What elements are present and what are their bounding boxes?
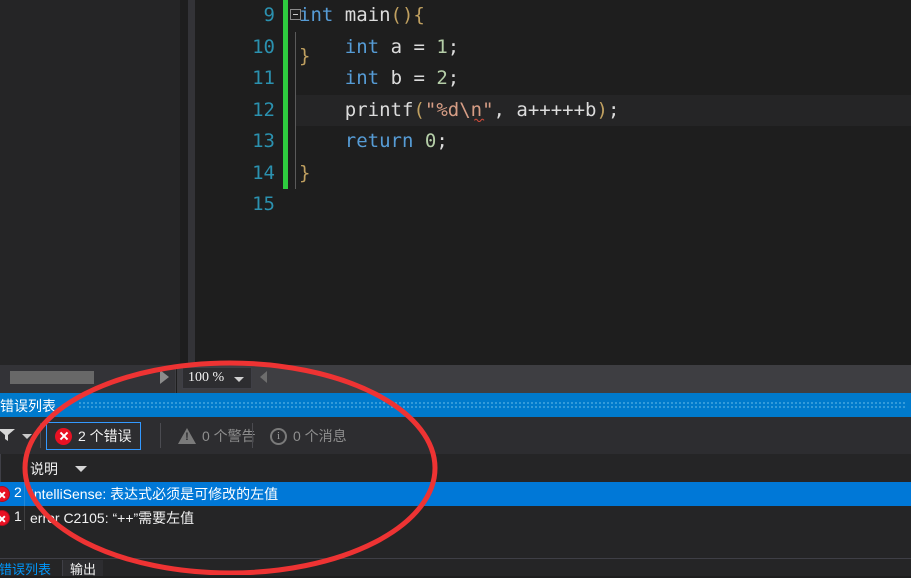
- toolbar-divider: [40, 423, 41, 448]
- line-number: 15: [252, 193, 275, 215]
- bottom-tab-strip: 错误列表 输出: [0, 558, 911, 577]
- panel-splitter[interactable]: [180, 0, 188, 365]
- zoom-level-combobox[interactable]: 100 %: [182, 367, 252, 389]
- severity-chip-label: 0 个消息: [293, 428, 347, 444]
- code-line[interactable]: 9 int main(){: [195, 0, 911, 32]
- fold-guide-line: [295, 157, 296, 189]
- error-row-description: error C2105: “++”需要左值: [30, 510, 195, 526]
- error-list-rows[interactable]: 2 IntelliSense: 表达式必须是可修改的左值 1 error C2105:…: [0, 482, 911, 530]
- row-column-divider: [24, 482, 25, 506]
- filter-chevron-down-icon[interactable]: [22, 434, 32, 439]
- fold-guide-line: [295, 126, 296, 158]
- code-line[interactable]: 15: [195, 189, 911, 221]
- change-marker-bar: [283, 94, 288, 126]
- fold-guide-line: [295, 94, 296, 126]
- line-number: 11: [252, 67, 275, 89]
- left-tool-panel: [0, 0, 180, 365]
- severity-chip-label: 0 个警告: [202, 428, 256, 444]
- column-divider[interactable]: [24, 454, 25, 482]
- error-list-toolbar: 2 个错误 0 个警告 0 个消息: [0, 417, 911, 455]
- row-column-divider: [24, 506, 25, 530]
- info-icon: [270, 427, 287, 445]
- toolbar-divider: [252, 423, 253, 448]
- toolbar-divider: [160, 423, 161, 448]
- tab-output[interactable]: 输出: [62, 560, 104, 577]
- warning-icon: [178, 428, 196, 444]
- scroll-right-arrow-icon[interactable]: [160, 370, 169, 384]
- code-lines-container[interactable]: 9 int main(){ 10 int a = 1; 11 int b = 2; 12 pr…: [195, 0, 911, 221]
- error-list-column-header: 说明: [0, 454, 911, 483]
- error-list-row[interactable]: 1 error C2105: “++”需要左值: [0, 506, 911, 530]
- code-line-text: return 0;: [344, 130, 448, 152]
- code-editor[interactable]: } 9 int main(){ 10 int a = 1; 11 int b = 2; 12…: [195, 0, 911, 365]
- code-line[interactable]: 14}: [195, 157, 911, 189]
- drag-handle-dots[interactable]: [78, 401, 907, 410]
- code-line-text: int a = 1;: [344, 35, 460, 58]
- horizontal-scrollbar-thumb[interactable]: [10, 371, 94, 384]
- line-number: 13: [252, 130, 275, 152]
- column-divider: [0, 454, 1, 482]
- fold-guide-line: [295, 63, 296, 95]
- zoom-level-value: 100 %: [188, 370, 225, 385]
- line-number: 12: [252, 98, 275, 121]
- severity-chip-label: 2 个错误: [78, 428, 132, 444]
- error-row-count: 2: [14, 484, 22, 500]
- line-number: 14: [252, 161, 275, 184]
- change-marker-bar: [283, 31, 288, 63]
- code-line-text: int main(){: [299, 4, 425, 26]
- bar-separator: [176, 365, 177, 393]
- error-icon: [55, 427, 72, 445]
- editor-margin-strip: [188, 0, 195, 365]
- error-row-description: IntelliSense: 表达式必须是可修改的左值: [30, 486, 279, 502]
- severity-chip-messages[interactable]: 0 个消息: [262, 422, 355, 450]
- fold-guide-line: [295, 31, 296, 63]
- severity-chip-warnings[interactable]: 0 个警告: [170, 422, 264, 450]
- change-marker-bar: [283, 157, 288, 189]
- error-list-header[interactable]: 错误列表: [0, 393, 911, 417]
- error-list-panel: 错误列表 2 个错误 0 个警告 0 个消息 说明 2 IntelliSense: 表…: [0, 393, 911, 577]
- error-icon: [0, 486, 10, 502]
- error-icon: [0, 510, 10, 526]
- chevron-down-icon[interactable]: [234, 377, 244, 382]
- code-line[interactable]: 12 printf("%d\n", a+++++b);: [195, 94, 911, 126]
- line-number: 9: [263, 4, 275, 26]
- code-line[interactable]: 13 return 0;: [195, 126, 911, 158]
- column-header-description[interactable]: 说明: [30, 459, 58, 479]
- change-marker-bar: [283, 126, 288, 158]
- sort-descending-icon[interactable]: [75, 466, 87, 472]
- code-line-text: int b = 2;: [344, 67, 460, 89]
- code-line[interactable]: 11 int b = 2;: [195, 63, 911, 95]
- change-marker-bar: [283, 0, 288, 32]
- error-list-title: 错误列表: [0, 398, 56, 414]
- code-line[interactable]: 10 int a = 1;: [195, 31, 911, 63]
- error-row-count: 1: [14, 508, 22, 524]
- tab-error-list[interactable]: 错误列表: [0, 560, 58, 577]
- scroll-left-arrow-icon[interactable]: [260, 371, 267, 383]
- code-line-text: }: [299, 161, 311, 184]
- error-squiggle-underline: [473, 118, 485, 122]
- error-list-row[interactable]: 2 IntelliSense: 表达式必须是可修改的左值: [0, 482, 911, 506]
- funnel-icon[interactable]: [0, 428, 15, 442]
- change-marker-bar: [283, 63, 288, 95]
- severity-chip-errors[interactable]: 2 个错误: [46, 422, 141, 450]
- line-number: 10: [252, 35, 275, 58]
